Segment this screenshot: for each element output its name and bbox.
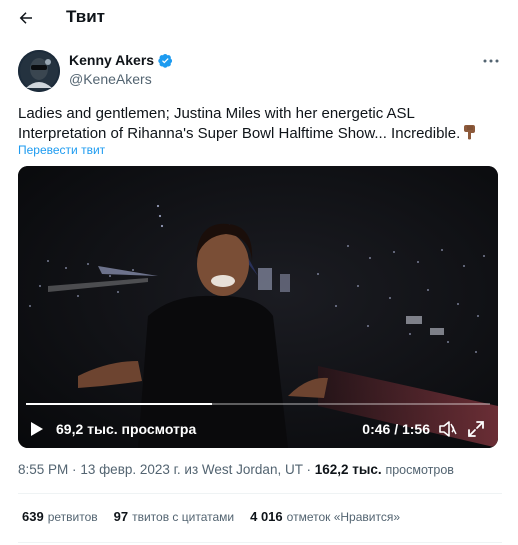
quotes-stat[interactable]: 97 твитов с цитатами: [114, 509, 234, 524]
likes-label: отметок «Нравится»: [286, 510, 401, 524]
video-progress-fill: [26, 403, 212, 405]
tweet-text: Ladies and gentlemen; Justina Miles with…: [18, 104, 502, 146]
tweet-text-content: Ladies and gentlemen; Justina Miles with…: [18, 105, 461, 142]
video-views-label: 69,2 тыс. просмотра: [56, 421, 197, 437]
tweet-views-count: 162,2 тыс.: [314, 462, 382, 477]
quotes-label: твитов с цитатами: [132, 510, 235, 524]
volume-muted-icon[interactable]: [438, 419, 458, 439]
verified-badge-icon: [158, 53, 173, 68]
engagement-stats: 639 ретвитов 97 твитов с цитатами 4 016 отм…: [22, 509, 400, 524]
top-bar: Твит: [0, 0, 518, 36]
back-arrow-icon[interactable]: [12, 4, 40, 32]
likes-stat[interactable]: 4 016 отметок «Нравится»: [250, 509, 400, 524]
author-name[interactable]: Kenny Akers: [69, 52, 154, 68]
retweets-label: ретвитов: [47, 510, 98, 524]
more-options-icon[interactable]: [480, 52, 502, 70]
video-controls: 69,2 тыс. просмотра 0:46 / 1:56: [18, 414, 498, 444]
tweet-time[interactable]: 8:55 PM: [18, 462, 68, 477]
divider: [18, 542, 502, 543]
video-progress-bar[interactable]: [26, 403, 490, 405]
divider: [18, 493, 502, 494]
author-name-row: Kenny Akers: [69, 52, 173, 68]
video-player[interactable]: 69,2 тыс. просмотра 0:46 / 1:56: [18, 166, 498, 448]
avatar[interactable]: [18, 50, 60, 92]
likes-count: 4 016: [250, 509, 283, 524]
translate-tweet-link[interactable]: Перевести твит: [18, 143, 105, 157]
video-frame: [18, 166, 498, 448]
tweet-views-label: просмотров: [385, 463, 454, 477]
meta-separator: ·: [72, 462, 77, 477]
meta-separator: ·: [306, 462, 311, 477]
retweets-stat[interactable]: 639 ретвитов: [22, 509, 98, 524]
author-handle[interactable]: @KeneAkers: [69, 71, 152, 87]
retweets-count: 639: [22, 509, 44, 524]
pointing-down-hand-icon: [462, 124, 478, 146]
tweet-date-location[interactable]: 13 февр. 2023 г. из West Jordan, UT: [80, 462, 302, 477]
page-title: Твит: [66, 7, 105, 26]
video-time-label: 0:46 / 1:56: [362, 421, 430, 437]
play-icon[interactable]: [30, 420, 46, 438]
quotes-count: 97: [113, 509, 129, 524]
fullscreen-icon[interactable]: [466, 419, 486, 439]
tweet-meta: 8:55 PM · 13 февр. 2023 г. из West Jorda…: [18, 462, 454, 477]
author-block: Kenny Akers @KeneAkers: [18, 50, 502, 92]
